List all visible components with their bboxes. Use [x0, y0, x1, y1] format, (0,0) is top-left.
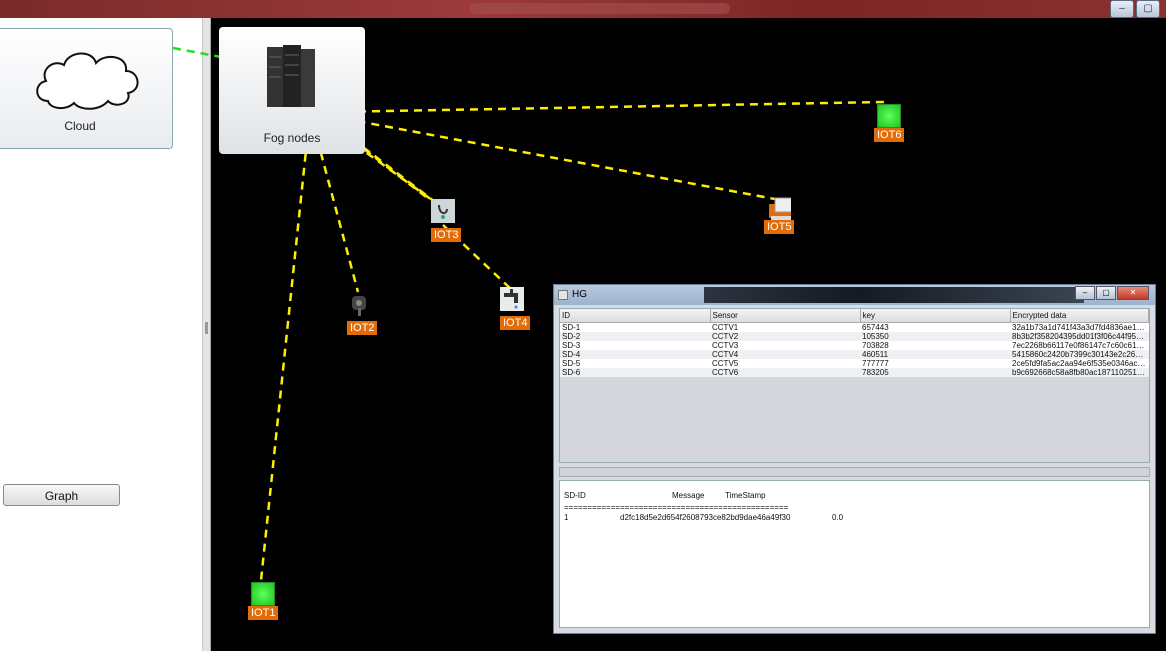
device-label: IOT4	[500, 316, 531, 330]
message-log[interactable]: SD-ID Message TimeStamp ================…	[559, 480, 1150, 628]
green-sensor-icon	[877, 104, 902, 128]
hg-maximize-button[interactable]: ▢	[1096, 286, 1116, 300]
device-label: IOT5	[764, 220, 795, 234]
log-header-message: Message	[672, 491, 705, 500]
fog-label: Fog nodes	[263, 131, 321, 145]
hg-close-button[interactable]: ✕	[1117, 286, 1149, 300]
java-window-icon	[558, 290, 568, 300]
table-row[interactable]: SD-4 CCTV4 460511 5415860c2420b7399c30143e2…	[560, 350, 1149, 359]
log-entry-message: d2fc18d5e2d654f2608793ce82bd9dae46a49f30	[620, 513, 791, 522]
mailbox-icon	[352, 296, 366, 316]
table-row[interactable]: SD-5 CCTV5 777777 2ce5fd9fa5ac2aa94e6f535e0…	[560, 359, 1149, 368]
col-header-sensor[interactable]: Sensor	[710, 309, 861, 323]
hg-title-bar[interactable]: HG – ▢ ✕	[554, 285, 1155, 305]
green-sensor-icon	[251, 582, 276, 606]
col-header-encrypted[interactable]: Encrypted data	[1010, 309, 1149, 323]
table-row[interactable]: SD-2 CCTV2 105350 8b3b2f358204395dd01f3f06c…	[560, 332, 1149, 341]
log-separator: ========================================…	[564, 503, 789, 512]
log-entry-timestamp: 0.0	[832, 513, 844, 522]
split-divider[interactable]	[559, 467, 1150, 477]
device-label: IOT1	[248, 606, 279, 620]
device-label: IOT3	[431, 228, 462, 242]
device-label: IOT2	[347, 321, 378, 335]
col-header-id[interactable]: ID	[560, 309, 711, 323]
link-iot1	[258, 111, 312, 591]
hg-window[interactable]: HG – ▢ ✕ ID Sensor key Encrypted data SD…	[553, 284, 1156, 634]
printer-icon	[769, 197, 792, 220]
server-rack-icon	[267, 45, 315, 107]
device-iot2[interactable]: IOT2	[347, 292, 378, 335]
device-label: IOT6	[874, 128, 905, 142]
sensor-table-panel: ID Sensor key Encrypted data SD-1 CCTV1 65…	[559, 308, 1150, 463]
sensor-table: ID Sensor key Encrypted data SD-1 CCTV1 65…	[560, 309, 1149, 377]
device-iot1[interactable]: IOT1	[248, 582, 279, 620]
log-header-timestamp: TimeStamp	[725, 491, 766, 500]
col-header-key[interactable]: key	[860, 309, 1011, 323]
table-row[interactable]: SD-1 CCTV1 657443 32a1b73a1d741f43a3d7fd483…	[560, 322, 1149, 332]
device-iot4[interactable]: IOT4	[500, 287, 531, 330]
link-iot6	[329, 100, 886, 114]
device-iot6[interactable]: IOT6	[874, 104, 905, 142]
device-iot5[interactable]: IOT5	[764, 196, 795, 234]
log-entry-id: 1	[564, 513, 569, 522]
device-iot3[interactable]: IOT3	[431, 199, 462, 242]
log-header-id: SD-ID	[564, 491, 586, 500]
bell-device-icon	[431, 199, 455, 223]
link-iot5	[329, 114, 781, 202]
faucet-icon	[500, 287, 524, 311]
hg-minimize-button[interactable]: –	[1075, 286, 1095, 300]
table-row[interactable]: SD-6 CCTV6 783205 b9c692668c58a8fb80ac18711…	[560, 368, 1149, 377]
hg-title: HG	[572, 289, 587, 300]
table-row[interactable]: SD-3 CCTV3 703828 7ec2268b66117e0f86147c7c6…	[560, 341, 1149, 350]
